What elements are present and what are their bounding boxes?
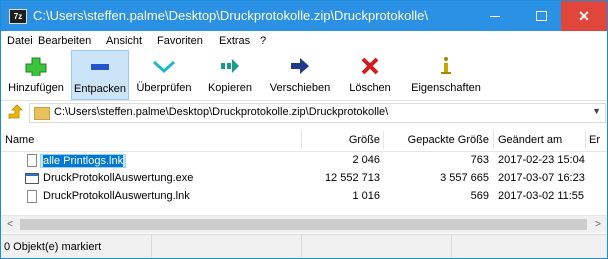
delete-x-icon [340,56,400,76]
scroll-left-icon[interactable]: < [3,217,17,232]
window-title: C:\Users\steffen.palme\Desktop\Druckprot… [33,8,428,23]
extract-label: Entpacken [74,83,126,95]
file-icon [27,154,37,167]
up-folder-icon[interactable] [6,104,24,125]
copy-arrow-icon [199,56,261,76]
column-divider [585,131,586,149]
copy-button[interactable]: Kopieren [199,50,261,100]
menu-ansicht[interactable]: Ansicht [106,35,142,47]
test-label: Überprüfen [136,82,192,94]
file-icon [27,190,37,203]
exe-icon [25,173,39,184]
address-field[interactable]: C:\Users\steffen.palme\Desktop\Druckprot… [29,103,606,123]
info-label: Eigenschaften [411,82,481,94]
minimize-icon [490,15,500,17]
extract-button[interactable]: Entpacken [71,50,129,100]
status-divider [301,235,302,258]
delete-button[interactable]: Löschen [340,50,400,100]
menu-datei[interactable]: Datei [7,35,33,47]
scrollbar-thumb[interactable] [20,219,587,230]
move-arrow-icon [263,56,337,76]
minimize-button[interactable] [472,1,518,31]
file-packed-size: 569 [470,190,489,202]
address-bar: C:\Users\steffen.palme\Desktop\Druckprot… [1,101,607,125]
close-button[interactable]: ✕ [561,1,607,31]
column-divider [493,131,494,149]
app-window: 7z C:\Users\steffen.palme\Desktop\Druckp… [0,0,608,259]
info-button[interactable]: Eigenschaften [403,50,489,100]
title-bar[interactable]: 7z C:\Users\steffen.palme\Desktop\Druckp… [1,1,607,31]
file-modified: 2017-02-23 15:04 [498,154,585,166]
file-name: DruckProtokollAuswertung.lnk [43,190,190,202]
maximize-button[interactable] [518,1,564,31]
toolbar: Hinzufügen Entpacken Überprüfen Kopieren… [1,50,607,101]
file-size: 1 016 [352,190,380,202]
info-icon [403,56,489,76]
status-divider [151,235,152,258]
file-size: 12 552 713 [324,172,380,184]
list-header: Name Größe Gepackte Größe Geändert am Er [1,129,607,152]
column-divider [301,131,302,149]
file-name: alle Printlogs.lnk [40,154,127,168]
menu-favoriten[interactable]: Favoriten [157,35,203,47]
status-bar: 0 Objekt(e) markiert [1,234,607,258]
test-button[interactable]: Überprüfen [132,50,196,100]
address-path: C:\Users\steffen.palme\Desktop\Druckprot… [54,106,389,118]
file-packed-size: 3 557 665 [440,172,489,184]
app-icon[interactable]: 7z [9,9,27,24]
menu-bearbeiten[interactable]: Bearbeiten [38,35,91,47]
menu-help[interactable]: ? [260,35,266,47]
status-text: 0 Objekt(e) markiert [4,241,102,253]
maximize-icon [535,11,547,22]
move-label: Verschieben [269,82,331,94]
menu-bar: Datei Bearbeiten Ansicht Favoriten Extra… [1,31,607,50]
column-divider [383,131,384,149]
close-icon: ✕ [578,8,590,24]
column-modified[interactable]: Geändert am [498,134,562,146]
move-button[interactable]: Verschieben [263,50,337,100]
column-created-partial[interactable]: Er [589,134,600,146]
file-modified: 2017-03-02 11:55 [498,190,585,202]
status-divider [451,235,452,258]
file-size: 2 046 [352,154,380,166]
table-row[interactable]: DruckProtokollAuswertung.lnk 1 016 569 2… [1,189,607,205]
add-label: Hinzufügen [8,82,64,94]
table-row[interactable]: alle Printlogs.lnk 2 046 763 2017-02-23 … [1,153,607,169]
chevron-down-icon[interactable]: ▼ [592,106,601,116]
scroll-right-icon[interactable]: > [591,217,605,232]
table-row[interactable]: DruckProtokollAuswertung.exe 12 552 713 … [1,171,607,187]
folder-icon [34,107,50,120]
file-modified: 2017-03-07 16:23 [498,172,585,184]
plus-icon [5,56,67,79]
file-list: Name Größe Gepackte Größe Geändert am Er… [1,129,607,215]
horizontal-scrollbar[interactable]: < > [1,215,607,233]
column-size[interactable]: Größe [306,134,380,146]
column-packed-size[interactable]: Gepackte Größe [390,134,489,146]
file-packed-size: 763 [470,154,489,166]
delete-label: Löschen [349,82,391,94]
check-chevron-icon [132,56,196,76]
column-name[interactable]: Name [5,134,34,146]
file-name: DruckProtokollAuswertung.exe [43,172,194,184]
menu-extras[interactable]: Extras [219,35,250,47]
add-button[interactable]: Hinzufügen [5,50,67,100]
minus-icon [72,57,128,77]
copy-label: Kopieren [207,82,253,94]
